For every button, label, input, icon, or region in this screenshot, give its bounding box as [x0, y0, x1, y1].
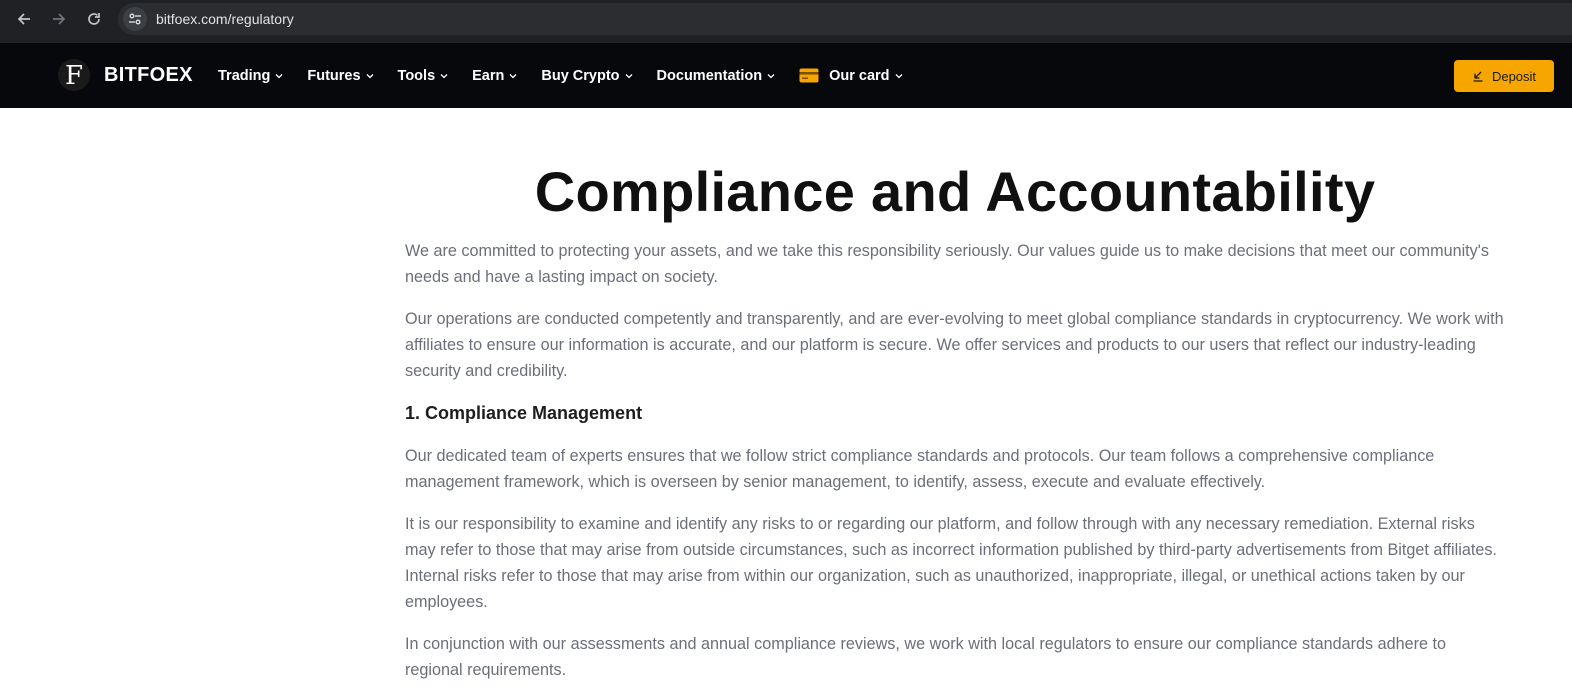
menu-tools[interactable]: Tools	[398, 68, 449, 84]
menu-trading[interactable]: Trading	[218, 68, 283, 84]
url-text[interactable]: bitfoex.com/regulatory	[156, 11, 294, 27]
main-menu: Trading Futures Tools Earn Buy Crypto Do…	[218, 43, 927, 108]
download-arrow-icon	[1473, 71, 1483, 82]
site-header: F BITFOEX Trading Futures Tools Earn Buy…	[0, 43, 1572, 108]
chevron-down-icon	[625, 73, 633, 78]
section-paragraph-3: In conjunction with our assessments and …	[405, 635, 1447, 679]
chevron-down-icon	[767, 73, 775, 78]
menu-buy-crypto[interactable]: Buy Crypto	[541, 67, 633, 84]
menu-futures-label: Futures	[307, 67, 361, 84]
address-bar[interactable]: bitfoex.com/regulatory	[118, 3, 1572, 35]
site-settings-icon[interactable]	[123, 7, 147, 31]
menu-tools-label: Tools	[397, 67, 436, 84]
back-arrow-icon[interactable]	[10, 5, 38, 33]
deposit-button[interactable]: Deposit	[1454, 60, 1554, 92]
intro-paragraph-2: Our operations are conducted competently…	[405, 310, 1504, 380]
menu-futures[interactable]: Futures	[307, 67, 374, 84]
browser-toolbar: bitfoex.com/regulatory	[0, 0, 1572, 38]
main-content: Compliance and Accountability We are com…	[405, 108, 1505, 683]
menu-buy-crypto-label: Buy Crypto	[541, 67, 620, 84]
section-heading: 1. Compliance Management	[405, 403, 643, 423]
reload-icon[interactable]	[80, 5, 108, 33]
credit-card-icon	[799, 68, 819, 83]
menu-earn-label: Earn	[472, 67, 505, 84]
logo-icon[interactable]: F	[56, 57, 92, 93]
page-title: Compliance and Accountability	[534, 160, 1376, 223]
brand-name[interactable]: BITFOEX	[104, 64, 193, 87]
chevron-down-icon	[275, 73, 283, 78]
intro-paragraph-1: We are committed to protecting your asse…	[405, 242, 1489, 286]
chevron-down-icon	[440, 73, 448, 78]
section-paragraph-2: It is our responsibility to examine and …	[405, 515, 1497, 611]
deposit-label: Deposit	[1491, 68, 1537, 84]
menu-documentation[interactable]: Documentation	[657, 68, 776, 84]
chevron-down-icon	[509, 73, 517, 78]
chevron-down-icon	[895, 73, 902, 78]
chevron-down-icon	[366, 73, 374, 78]
logo-letter: F	[65, 61, 83, 91]
menu-earn[interactable]: Earn	[472, 68, 517, 84]
section-paragraph-1: Our dedicated team of experts ensures th…	[405, 447, 1435, 491]
menu-our-card-label: Our card	[829, 67, 890, 84]
forward-arrow-icon[interactable]	[45, 5, 73, 33]
menu-our-card[interactable]: Our card	[799, 68, 902, 84]
menu-documentation-label: Documentation	[656, 67, 763, 84]
menu-trading-label: Trading	[218, 67, 271, 84]
